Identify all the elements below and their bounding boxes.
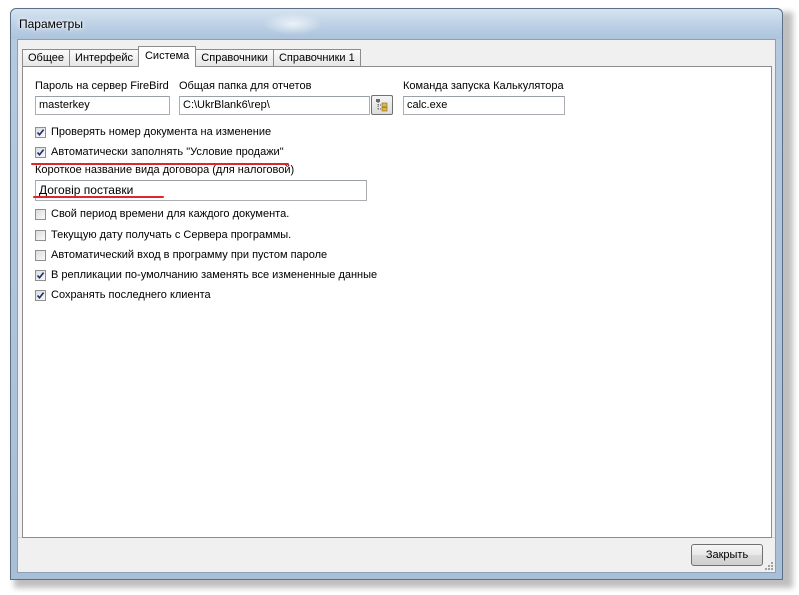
server-date-checkbox[interactable] bbox=[35, 230, 46, 241]
own-period-per-document-row[interactable]: Свой период времени для каждого документ… bbox=[35, 207, 435, 223]
server-date-row[interactable]: Текущую дату получать с Сервера программ… bbox=[35, 228, 435, 244]
tab-system[interactable]: Система bbox=[137, 46, 197, 67]
auto-fill-sale-condition-row[interactable]: Автоматически заполнять "Условие продажи… bbox=[35, 145, 435, 161]
window-title: Параметры bbox=[19, 17, 83, 31]
system-tab-panel: Пароль на сервер FireBird masterkey Обща… bbox=[22, 66, 772, 538]
tab-directories[interactable]: Справочники bbox=[195, 49, 274, 66]
reports-folder-input[interactable]: C:\UkrBlank6\rep\ bbox=[179, 96, 370, 115]
firebird-password-input[interactable]: masterkey bbox=[35, 96, 170, 115]
replication-replace-data-row[interactable]: В репликации по-умолчанию заменять все и… bbox=[35, 268, 435, 284]
close-button[interactable]: Закрыть bbox=[691, 544, 763, 566]
parameters-window: Параметры Общее Интерфейс Система Справо… bbox=[10, 8, 783, 580]
title-bar[interactable]: Параметры bbox=[11, 9, 782, 39]
calculator-command-label: Команда запуска Калькулятора bbox=[403, 80, 564, 92]
browse-folder-button[interactable] bbox=[371, 95, 393, 115]
calculator-command-input[interactable]: calc.exe bbox=[403, 96, 565, 115]
tab-general[interactable]: Общее bbox=[22, 49, 71, 66]
tab-strip: Общее Интерфейс Система Справочники Спра… bbox=[22, 46, 361, 67]
save-last-client-checkbox[interactable] bbox=[35, 290, 46, 301]
tab-interface[interactable]: Интерфейс bbox=[69, 49, 139, 66]
replication-replace-data-checkbox[interactable] bbox=[35, 270, 46, 281]
own-period-per-document-label: Свой период времени для каждого документ… bbox=[51, 208, 290, 220]
auto-fill-sale-condition-label: Автоматически заполнять "Условие продажи… bbox=[51, 146, 284, 158]
save-last-client-label: Сохранять последнего клиента bbox=[51, 289, 211, 301]
firebird-password-label: Пароль на сервер FireBird bbox=[35, 80, 169, 92]
server-date-label: Текущую дату получать с Сервера программ… bbox=[51, 229, 292, 241]
checkmark-icon bbox=[36, 129, 45, 137]
checkmark-icon bbox=[36, 149, 45, 157]
title-bar-glow bbox=[263, 13, 323, 35]
folder-tree-icon bbox=[376, 99, 388, 112]
auto-login-empty-password-checkbox[interactable] bbox=[35, 250, 46, 261]
contract-short-name-label: Короткое название вида договора (для нал… bbox=[35, 164, 295, 176]
tab-directories-1[interactable]: Справочники 1 bbox=[272, 49, 361, 66]
checkmark-icon bbox=[36, 272, 45, 280]
save-last-client-row[interactable]: Сохранять последнего клиента bbox=[35, 288, 435, 304]
resize-grip-icon[interactable] bbox=[764, 561, 774, 571]
reports-folder-label: Общая папка для отчетов bbox=[179, 80, 312, 92]
check-document-number-row[interactable]: Проверять номер документа на изменение bbox=[35, 125, 435, 141]
own-period-per-document-checkbox[interactable] bbox=[35, 209, 46, 220]
check-document-number-label: Проверять номер документа на изменение bbox=[51, 126, 272, 138]
replication-replace-data-label: В репликации по-умолчанию заменять все и… bbox=[51, 269, 378, 281]
dialog-button-bar: Закрыть bbox=[18, 537, 775, 572]
auto-login-empty-password-label: Автоматический вход в программу при пуст… bbox=[51, 249, 328, 261]
window-client-area: Общее Интерфейс Система Справочники Спра… bbox=[17, 39, 776, 573]
checkmark-icon bbox=[36, 292, 45, 300]
check-document-number-checkbox[interactable] bbox=[35, 127, 46, 138]
auto-fill-sale-condition-checkbox[interactable] bbox=[35, 147, 46, 158]
red-annotation-underline bbox=[33, 196, 164, 198]
auto-login-empty-password-row[interactable]: Автоматический вход в программу при пуст… bbox=[35, 248, 435, 264]
